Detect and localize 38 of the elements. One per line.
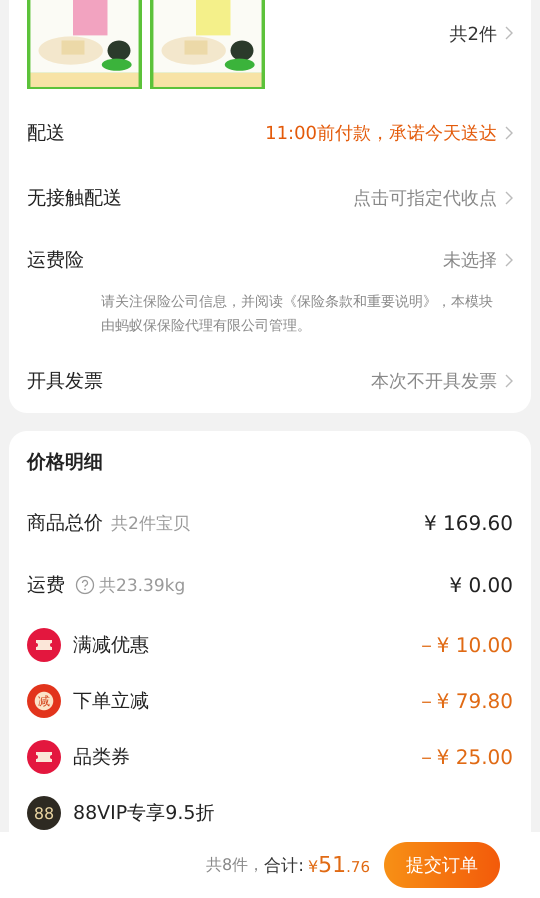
row-value[interactable]: 本次不开具发票 [371,368,497,392]
chevron-icon [505,26,513,40]
total-amount: ¥51.76 [308,852,370,878]
total-label: 合计: [264,854,304,876]
price-label: 品类券 [73,745,130,770]
price-label: 运费 [27,573,65,598]
chevron-icon [505,126,513,140]
vip-icon: 88 [27,796,61,830]
row-label: 开具发票 [27,368,104,394]
price-value: ¥ 0.00 [449,573,513,597]
row-value[interactable]: 11:00前付款，承诺今天送达 [265,120,497,144]
item-count[interactable]: 共2件 [450,22,497,46]
price-label: 满减优惠 [73,633,149,658]
price-value: －¥ 10.00 [416,632,513,658]
price-label: 下单立减 [73,689,149,714]
coupon-icon [27,740,61,774]
item-total-count: 共8件， [206,854,264,876]
submit-order-button[interactable]: 提交订单 [384,842,500,888]
section-title: 价格明细 [27,450,104,475]
row-label: 配送 [27,120,66,146]
row-value[interactable]: 未选择 [443,248,497,272]
row-value[interactable]: 点击可指定代收点 [353,186,497,210]
price-label: 商品总价 [27,511,103,536]
chevron-icon [505,374,513,388]
help-icon[interactable] [75,575,95,595]
price-value: －¥ 25.00 [416,744,513,770]
chevron-icon [505,190,513,204]
insurance-note: 请关注保险公司信息，并阅读《保险条款和重要说明》，本模块由蚂蚁保保险代理有限公司管理。 [100,293,494,336]
price-sublabel: 共2件宝贝 [111,512,190,534]
price-label: 88VIP专享9.5折 [73,801,214,826]
discount-icon: 减 [27,684,61,718]
row-label: 无接触配送 [27,186,123,210]
price-sublabel: 共23.39kg [99,574,186,596]
row-label: 运费险 [27,248,85,273]
price-value: －¥ 79.80 [416,688,513,714]
coupon-icon [27,628,61,662]
price-value: ¥ 169.60 [424,511,513,535]
chevron-icon [505,253,513,267]
